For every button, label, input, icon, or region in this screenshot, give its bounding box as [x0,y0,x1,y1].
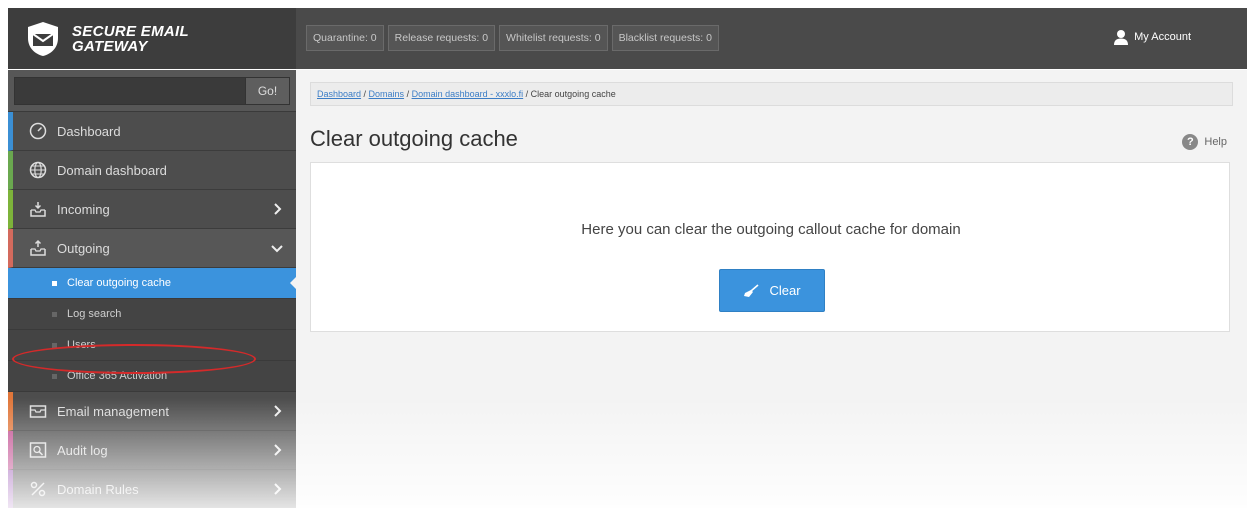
breadcrumb-current: Clear outgoing cache [530,89,616,99]
clear-button[interactable]: Clear [719,269,825,312]
my-account-label: My Account [1134,31,1191,43]
breadcrumb-link-domain-dashboard[interactable]: Domain dashboard - xxxlo.fi [412,89,524,99]
bullet-square-icon [52,311,57,317]
main-content: Dashboard / Domains / Domain dashboard -… [296,70,1247,508]
brand-logo[interactable]: SECURE EMAIL GATEWAY [8,8,296,69]
bullet-square-icon [52,342,57,348]
sidebar-item-incoming[interactable]: Incoming [8,190,296,229]
help-link[interactable]: ? Help [1182,134,1227,150]
brand-name: SECURE EMAIL GATEWAY [72,22,189,55]
breadcrumb-link-domains[interactable]: Domains [369,89,405,99]
sidebar-item-domain-dashboard[interactable]: Domain dashboard [8,151,296,190]
clear-button-label: Clear [769,283,801,298]
sidebar-item-outgoing[interactable]: Outgoing [8,229,296,268]
outbox-icon [29,239,47,257]
sidebar-subitem-label: Users [67,339,96,351]
page-title: Clear outgoing cache [310,126,518,151]
sidebar-item-email-management[interactable]: Email management [8,392,296,431]
sidebar-subitem-log-search[interactable]: Log search [8,299,296,330]
panel-description: Here you can clear the outgoing callout … [581,221,961,238]
sidebar-subitem-clear-outgoing-cache[interactable]: Clear outgoing cache [8,268,296,299]
chevron-right-icon [274,483,282,495]
go-button[interactable]: Go! [246,76,290,105]
globe-icon [29,161,47,179]
clear-cache-panel: Here you can clear the outgoing callout … [310,162,1230,332]
user-icon [1114,30,1129,45]
envelope-icon [29,402,47,420]
chevron-down-icon [271,245,283,253]
dashboard-icon [29,122,47,140]
release-requests-counter[interactable]: Release requests: 0 [387,25,496,51]
broom-icon [744,283,759,297]
breadcrumb: Dashboard / Domains / Domain dashboard -… [310,82,1233,106]
sidebar-item-label: Incoming [57,201,110,217]
sidebar-search: Go! [8,70,296,112]
audit-icon [29,441,47,459]
quarantine-counter[interactable]: Quarantine: 0 [306,25,384,51]
sidebar: Go! Dashboard Domain dashboard Incoming … [8,70,296,508]
sidebar-item-audit-log[interactable]: Audit log [8,431,296,470]
breadcrumb-separator: / [523,89,531,99]
fade-overlay [296,398,1247,508]
request-counters: Quarantine: 0 Release requests: 0 Whitel… [306,25,719,51]
inbox-icon [29,200,47,218]
sidebar-item-label: Outgoing [57,240,110,256]
breadcrumb-separator: / [361,89,369,99]
my-account-menu[interactable]: My Account [1113,29,1191,45]
sidebar-subitem-label: Office 365 Activation [67,370,168,382]
shield-envelope-icon [28,21,58,56]
sidebar-item-label: Audit log [57,442,108,458]
bullet-square-icon [52,373,57,379]
search-input[interactable] [14,76,246,105]
question-icon: ? [1182,134,1199,150]
sidebar-item-dashboard[interactable]: Dashboard [8,112,296,151]
breadcrumb-link-dashboard[interactable]: Dashboard [317,89,361,99]
sidebar-item-label: Email management [57,403,169,419]
breadcrumb-separator: / [404,89,412,99]
sidebar-subitem-label: Log search [67,308,122,320]
sidebar-subitem-office-365-activation[interactable]: Office 365 Activation [8,361,296,392]
blacklist-requests-counter[interactable]: Blacklist requests: 0 [611,25,719,51]
top-bar: SECURE EMAIL GATEWAY Quarantine: 0 Relea… [0,0,1247,70]
whitelist-requests-counter[interactable]: Whitelist requests: 0 [499,25,608,51]
help-label: Help [1204,136,1227,148]
sidebar-item-label: Dashboard [57,123,121,139]
sidebar-item-label: Domain Rules [57,481,139,497]
chevron-right-icon [274,444,282,456]
sidebar-subitem-users[interactable]: Users [8,330,296,361]
header-bar: Quarantine: 0 Release requests: 0 Whitel… [296,8,1247,69]
chevron-right-icon [274,405,282,417]
bullet-square-icon [52,280,57,286]
percent-icon [29,480,47,498]
sidebar-subitem-label: Clear outgoing cache [67,277,171,289]
sidebar-item-label: Domain dashboard [57,162,167,178]
sidebar-item-domain-rules[interactable]: Domain Rules [8,470,296,508]
chevron-right-icon [274,203,282,215]
